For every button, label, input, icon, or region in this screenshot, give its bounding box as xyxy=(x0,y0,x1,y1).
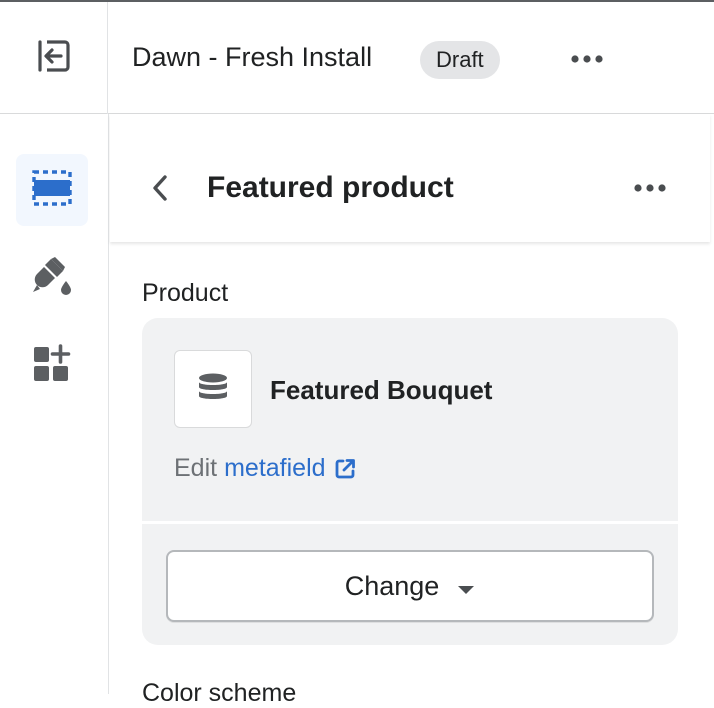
status-badge: Draft xyxy=(420,41,500,79)
exit-icon xyxy=(37,39,71,78)
external-link-icon xyxy=(334,458,356,480)
rail-item-theme-settings[interactable] xyxy=(16,242,88,314)
database-icon xyxy=(198,373,228,406)
edit-prefix: Edit xyxy=(174,454,218,482)
change-button-label: Change xyxy=(344,570,440,601)
app-embeds-icon xyxy=(32,343,72,389)
more-horizontal-icon xyxy=(570,51,604,69)
back-button[interactable] xyxy=(146,170,174,210)
section-actions-button[interactable] xyxy=(626,174,674,204)
product-name: Featured Bouquet xyxy=(270,375,493,405)
theme-name: Dawn - Fresh Install xyxy=(132,42,373,72)
top-bar: Dawn - Fresh Install Draft xyxy=(0,0,714,114)
metafield-link[interactable]: metafield xyxy=(224,454,355,483)
rail-item-app-embeds[interactable] xyxy=(16,330,88,402)
exit-button[interactable] xyxy=(0,2,108,114)
rail-item-sections[interactable] xyxy=(16,154,88,226)
metafield-link-label: metafield xyxy=(224,454,326,482)
panel-header: Featured product xyxy=(110,114,710,242)
more-horizontal-icon xyxy=(633,180,667,198)
change-product-button[interactable]: Change xyxy=(166,550,654,622)
sidebar-rail xyxy=(0,114,109,694)
product-picker-card: Featured Bouquet Edit metafield Change xyxy=(142,318,678,645)
chevron-left-icon xyxy=(150,174,170,207)
theme-actions-button[interactable] xyxy=(562,44,612,76)
sections-icon xyxy=(32,169,72,211)
product-setting-label: Product xyxy=(142,279,229,307)
panel-title: Featured product xyxy=(207,171,454,204)
paintbrush-icon xyxy=(31,255,73,302)
caret-down-icon xyxy=(457,571,475,602)
card-divider xyxy=(142,521,678,524)
product-thumbnail xyxy=(174,350,252,428)
edit-metafield-line: Edit metafield xyxy=(174,454,356,483)
